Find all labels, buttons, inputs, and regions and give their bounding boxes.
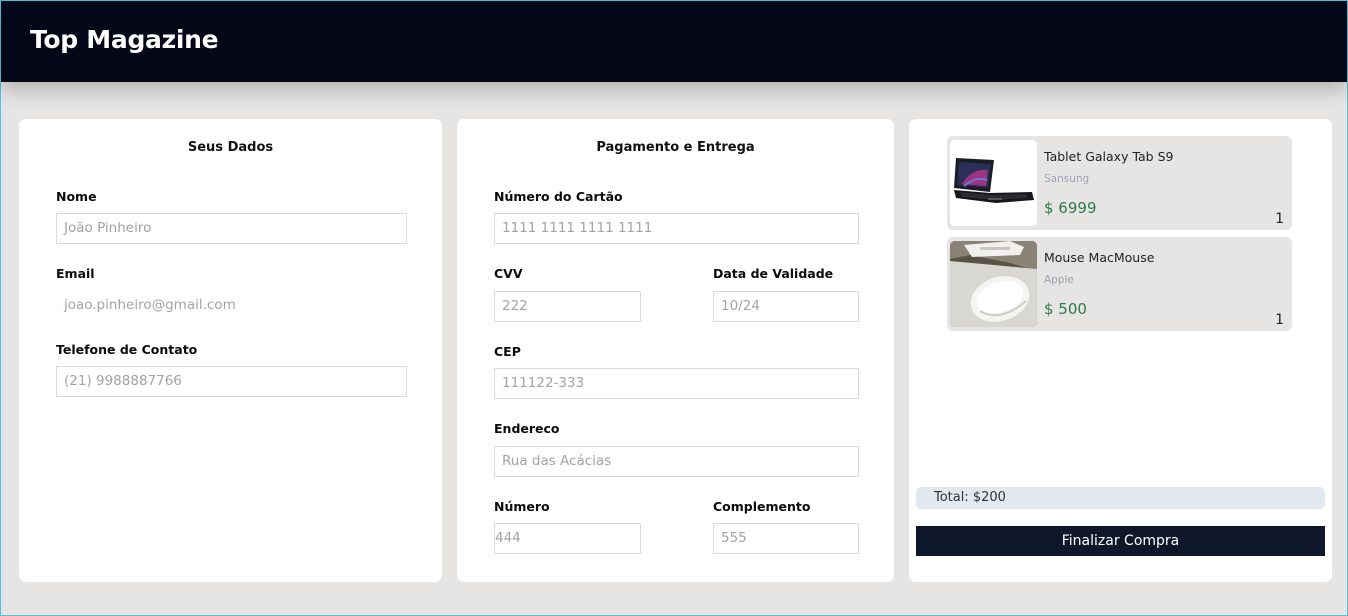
- email-input[interactable]: joao.pinheiro@gmail.com: [56, 290, 407, 321]
- app-header: Top Magazine: [1, 1, 1347, 82]
- expiry-label: Data de Validade: [713, 266, 834, 281]
- item-quantity: 1: [1275, 312, 1284, 328]
- number-label: Número: [494, 499, 550, 514]
- phone-input[interactable]: (21) 9988887766: [56, 366, 407, 397]
- cep-input[interactable]: 111122-333: [494, 368, 859, 399]
- name-label: Nome: [56, 189, 97, 204]
- personal-data-panel: Seus Dados Nome João Pinheiro Email joao…: [19, 119, 442, 582]
- cart-panel: Tablet Galaxy Tab S9 Sansung $ 6999 1 Mo…: [909, 119, 1332, 582]
- complement-input[interactable]: 555: [713, 523, 859, 554]
- card-number-input[interactable]: 1111 1111 1111 1111: [494, 213, 859, 244]
- cart-item[interactable]: Tablet Galaxy Tab S9 Sansung $ 6999 1: [947, 136, 1292, 230]
- cvv-label: CVV: [494, 266, 523, 281]
- email-label: Email: [56, 266, 95, 281]
- card-number-label: Número do Cartão: [494, 189, 623, 204]
- finalize-purchase-button[interactable]: Finalizar Compra: [916, 526, 1325, 556]
- item-price: $ 6999: [1044, 199, 1097, 217]
- complement-label: Complemento: [713, 499, 811, 514]
- cvv-input[interactable]: 222: [494, 291, 641, 322]
- number-input[interactable]: 444: [494, 523, 641, 554]
- cart-total: Total: $200: [916, 487, 1325, 509]
- cep-label: CEP: [494, 344, 521, 359]
- item-brand: Sansung: [1044, 173, 1090, 185]
- address-label: Endereco: [494, 421, 560, 436]
- app-title: Top Magazine: [30, 25, 219, 54]
- item-name: Tablet Galaxy Tab S9: [1044, 149, 1174, 164]
- address-input[interactable]: Rua das Acácias: [494, 446, 859, 477]
- name-input[interactable]: João Pinheiro: [56, 213, 407, 244]
- item-brand: Apple: [1044, 274, 1074, 286]
- item-quantity: 1: [1275, 211, 1284, 227]
- cart-item[interactable]: Mouse MacMouse Apple $ 500 1: [947, 237, 1292, 331]
- expiry-input[interactable]: 10/24: [713, 291, 859, 322]
- item-price: $ 500: [1044, 300, 1087, 318]
- phone-label: Telefone de Contato: [56, 342, 198, 357]
- payment-panel: Pagamento e Entrega Número do Cartão 111…: [457, 119, 894, 582]
- personal-data-title: Seus Dados: [187, 140, 274, 155]
- white-mouse-image: [950, 241, 1037, 327]
- tablet-keyboard-image: [950, 140, 1037, 226]
- item-name: Mouse MacMouse: [1044, 250, 1155, 265]
- payment-title: Pagamento e Entrega: [596, 140, 755, 155]
